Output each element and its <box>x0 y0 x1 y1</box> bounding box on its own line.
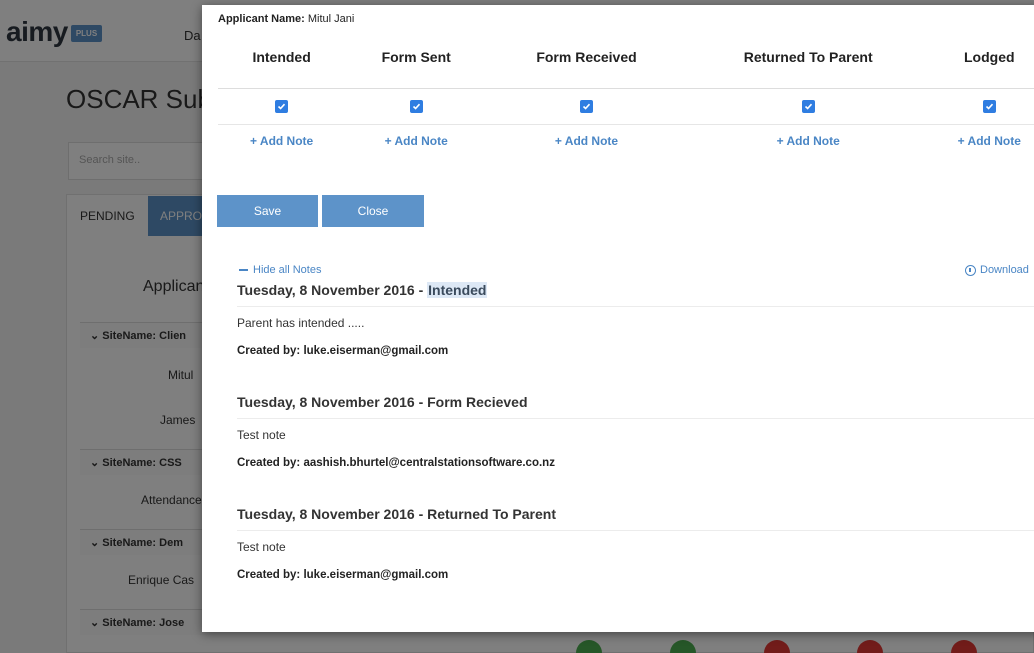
note-status: Intended <box>427 282 488 298</box>
column-header-lodged: Lodged <box>963 49 1015 65</box>
applicant-name-label: Applicant Name: <box>218 13 305 25</box>
note-title: Tuesday, 8 November 2016 - Form Recieved <box>237 394 1034 419</box>
download-label: Download <box>980 264 1029 276</box>
checkmark-icon <box>278 103 286 110</box>
add-note-intended-link[interactable]: + Add Note <box>250 134 313 148</box>
lodged-checkbox[interactable] <box>982 100 996 113</box>
note-title: Tuesday, 8 November 2016 - Intended <box>237 282 1034 307</box>
checkmark-icon <box>985 103 993 110</box>
download-link[interactable]: Download <box>965 264 1029 276</box>
save-button[interactable]: Save <box>217 195 318 227</box>
note-text: Test note <box>237 540 286 554</box>
add-note-row: + Add Note + Add Note + Add Note + Add N… <box>218 125 1034 157</box>
applicant-status-modal: Applicant Name: Mitul Jani Intended Form… <box>202 5 1034 632</box>
hide-all-notes-label: Hide all Notes <box>253 264 322 276</box>
add-note-returned-to-parent-link[interactable]: + Add Note <box>777 134 840 148</box>
checkbox-row <box>218 89 1034 125</box>
note-entry: Tuesday, 8 November 2016 - Form Recieved… <box>237 394 1034 469</box>
status-header-row: Intended Form Sent Form Received Returne… <box>218 43 1034 89</box>
form-sent-checkbox[interactable] <box>409 100 423 113</box>
applicant-name-line: Applicant Name: Mitul Jani <box>218 13 354 25</box>
minus-icon <box>239 269 248 271</box>
checkmark-icon <box>804 103 812 110</box>
note-entry: Tuesday, 8 November 2016 - Intended Pare… <box>237 282 1034 357</box>
info-circle-icon <box>965 264 976 276</box>
add-note-form-received-link[interactable]: + Add Note <box>555 134 618 148</box>
hide-all-notes-link[interactable]: Hide all Notes <box>239 264 321 276</box>
column-header-intended: Intended <box>252 49 311 65</box>
note-created-by: Created by: luke.eiserman@gmail.com <box>237 345 449 357</box>
checkmark-icon <box>582 103 591 110</box>
add-note-lodged-link[interactable]: + Add Note <box>958 134 1021 148</box>
note-date: Tuesday, 8 November 2016 - <box>237 282 428 298</box>
applicant-name-value: Mitul Jani <box>307 13 355 25</box>
column-header-form-received: Form Received <box>536 49 637 65</box>
add-note-form-sent-link[interactable]: + Add Note <box>385 134 448 148</box>
status-table: Intended Form Sent Form Received Returne… <box>218 43 1034 157</box>
intended-checkbox[interactable] <box>275 100 289 113</box>
form-received-checkbox[interactable] <box>580 100 593 113</box>
note-entry: Tuesday, 8 November 2016 - Returned To P… <box>237 506 1034 581</box>
note-date: Tuesday, 8 November 2016 - <box>237 394 428 410</box>
note-date: Tuesday, 8 November 2016 - <box>237 506 428 522</box>
note-text: Parent has intended ..... <box>237 316 365 330</box>
note-created-by: Created by: luke.eiserman@gmail.com <box>237 569 449 581</box>
note-text: Test note <box>237 428 286 442</box>
close-button[interactable]: Close <box>322 195 424 227</box>
note-title: Tuesday, 8 November 2016 - Returned To P… <box>237 506 1034 531</box>
returned-to-parent-checkbox[interactable] <box>801 100 815 113</box>
checkmark-icon <box>412 103 420 110</box>
column-header-returned-to-parent: Returned To Parent <box>743 49 873 65</box>
column-header-form-sent: Form Sent <box>381 49 451 65</box>
note-status: Returned To Parent <box>427 506 556 522</box>
note-status: Form Recieved <box>427 394 528 410</box>
note-created-by: Created by: aashish.bhurtel@centralstati… <box>237 457 555 469</box>
